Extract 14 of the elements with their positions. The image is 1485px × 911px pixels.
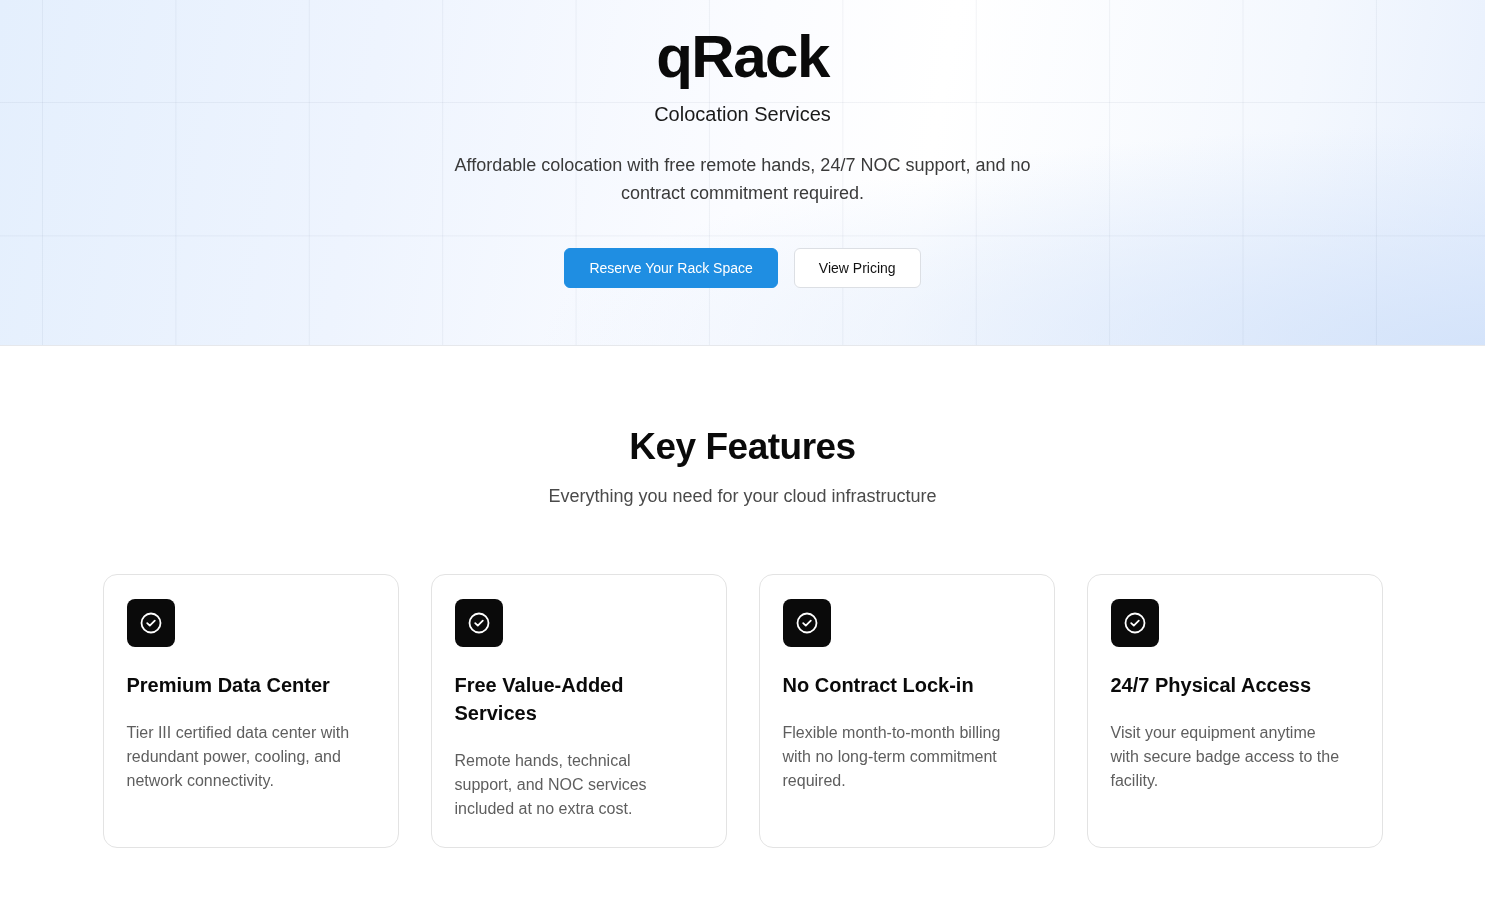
- pricing-button[interactable]: View Pricing: [793, 248, 921, 288]
- section-heading: Key Features: [629, 426, 856, 468]
- hero-description: Affordable colocation with free remote hands, 24/7 NOC support, and no contract commitment required.: [453, 154, 1032, 205]
- tagline: Colocation Services: [654, 102, 831, 127]
- feature-title: 24/7 Physical Access: [1110, 673, 1313, 698]
- feature-description: Flexible month-to-month billing with no long-term commitment required.: [782, 723, 1002, 791]
- section-subtitle: Everything you need for your cloud infrastructure: [548, 485, 937, 508]
- feature-title: Free Value-Added Services: [454, 673, 625, 726]
- feature-description: Visit your equipment anytime with secure badge access to the facility.: [1110, 723, 1341, 791]
- feature-description: Remote hands, technical support, and NOC services included at no extra cost.: [454, 751, 648, 819]
- feature-title: Premium Data Center: [126, 673, 331, 698]
- brand-title: qRack: [656, 24, 829, 90]
- feature-title: No Contract Lock-in: [782, 673, 975, 698]
- feature-description: Tier III certified data center with redundant power, cooling, and network connectivity.: [126, 723, 351, 791]
